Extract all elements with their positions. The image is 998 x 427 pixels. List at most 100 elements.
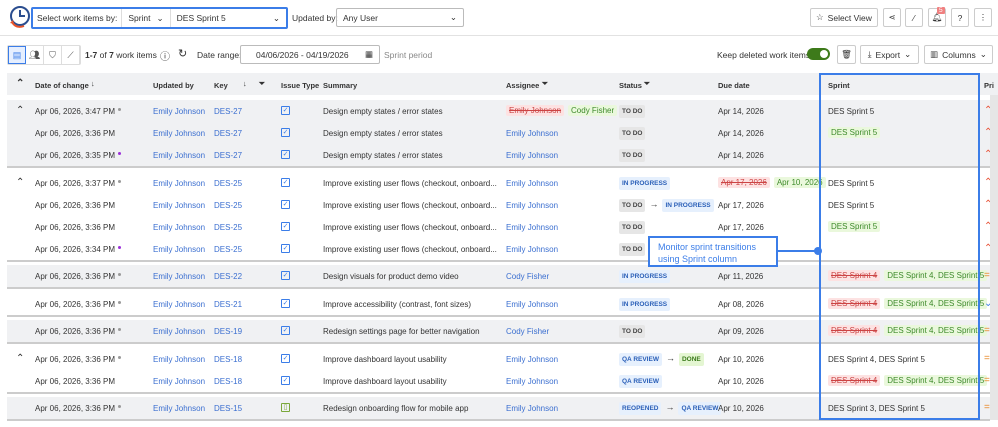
value[interactable]: Emily Johnson	[506, 300, 558, 309]
issue-key-link[interactable]: DES-27	[214, 129, 242, 138]
refresh-icon[interactable]: ↻	[178, 47, 187, 60]
shield-view-icon[interactable]: ⛉	[44, 46, 62, 64]
issue-key-link[interactable]: DES-15	[214, 404, 242, 413]
new-value: Apr 10, 2026	[773, 177, 826, 188]
scrollbar[interactable]	[990, 95, 998, 420]
value: Apr 17, 2026	[718, 201, 764, 210]
col-due-date[interactable]: Due date	[718, 81, 750, 90]
sprint-dropdown[interactable]: DES Sprint 5 ⌄	[171, 13, 286, 24]
issue-key-link[interactable]: DES-25	[214, 245, 242, 254]
value[interactable]: Emily Johnson	[506, 151, 558, 160]
issue-key-link[interactable]: DES-27	[214, 151, 242, 160]
updated-by-link[interactable]: Emily Johnson	[153, 377, 205, 386]
value[interactable]: Emily Johnson	[506, 179, 558, 188]
updated-by-link[interactable]: Emily Johnson	[153, 245, 205, 254]
more-menu-button[interactable]: ⋮	[974, 8, 992, 27]
updated-by-link[interactable]: Emily Johnson	[153, 129, 205, 138]
date-range-input[interactable]: 04/06/2026 - 04/19/2026 ▦	[240, 45, 380, 64]
issue-key-link[interactable]: DES-27	[214, 107, 242, 116]
date-of-change: Apr 06, 2026, 3:36 PM	[35, 377, 115, 386]
table-row[interactable]: Apr 06, 2026, 3:36 PM Emily Johnson DES-27…	[7, 122, 992, 144]
updated-by-link[interactable]: Emily Johnson	[153, 327, 205, 336]
table-row[interactable]: Apr 06, 2026, 3:35 PM Emily Johnson DES-27…	[7, 144, 992, 166]
table-header: ⌃ Date of change ↓ Updated by Key ↓ ⏷ Is…	[7, 73, 998, 95]
updated-by-link[interactable]: Emily Johnson	[153, 404, 205, 413]
col-status[interactable]: Status	[619, 81, 642, 90]
issue-key-link[interactable]: DES-25	[214, 179, 242, 188]
updated-by-link[interactable]: Emily Johnson	[153, 223, 205, 232]
value[interactable]: Cody Fisher	[506, 272, 549, 281]
table-row[interactable]: Apr 06, 2026, 3:36 PM Emily Johnson DES-25…	[7, 194, 992, 216]
col-sprint[interactable]: Sprint	[828, 81, 850, 90]
issue-key-link[interactable]: DES-19	[214, 327, 242, 336]
filter-icon[interactable]: ⏷	[542, 79, 548, 89]
value[interactable]: Emily Johnson	[506, 355, 558, 364]
collapse-group-icon[interactable]: ⌃	[16, 177, 24, 188]
value[interactable]: Emily Johnson	[506, 129, 558, 138]
status-chip: IN PROGRESS	[619, 298, 671, 311]
table-row[interactable]: ⌃ Apr 06, 2026, 3:37 PM Emily Johnson DES-2…	[7, 172, 992, 194]
table-row[interactable]: Apr 06, 2026, 3:34 PM Emily Johnson DES-25…	[7, 238, 992, 260]
col-summary[interactable]: Summary	[323, 81, 357, 90]
issue-key-link[interactable]: DES-22	[214, 272, 242, 281]
select-view-button[interactable]: ☆ Select View	[810, 8, 878, 27]
table-row[interactable]: Apr 06, 2026, 3:36 PM Emily Johnson DES-21…	[7, 293, 992, 315]
issue-key-link[interactable]: DES-21	[214, 300, 242, 309]
columns-button[interactable]: ▥ Columns ⌄	[924, 45, 993, 64]
updated-by-link[interactable]: Emily Johnson	[153, 179, 205, 188]
col-priority[interactable]: Pri	[984, 81, 994, 90]
chart-view-icon[interactable]: ⟋	[62, 46, 80, 64]
sort-desc-icon[interactable]: ↓	[91, 79, 95, 88]
filter-icon[interactable]: ⏷	[259, 79, 265, 89]
col-issue-type[interactable]: Issue Type	[281, 81, 319, 90]
issue-key-link[interactable]: DES-25	[214, 201, 242, 210]
table-row[interactable]: Apr 06, 2026, 3:36 PM Emily Johnson DES-22…	[7, 265, 990, 287]
table-row[interactable]: Apr 06, 2026, 3:36 PM Emily Johnson DES-18…	[7, 370, 990, 392]
updated-by-link[interactable]: Emily Johnson	[153, 272, 205, 281]
sort-desc-icon[interactable]: ↓	[243, 79, 247, 88]
old-value: DES Sprint 4	[828, 298, 881, 309]
collapse-all-icon[interactable]: ⌃	[16, 78, 24, 89]
issue-key-link[interactable]: DES-18	[214, 355, 242, 364]
updated-by-link[interactable]: Emily Johnson	[153, 201, 205, 210]
table-row[interactable]: ⌃ Apr 06, 2026, 3:36 PM Emily Johnson DES-1…	[7, 348, 990, 370]
export-button[interactable]: ⤓ Export ⌄	[860, 45, 919, 64]
help-button[interactable]: ?	[951, 8, 969, 27]
table-view-icon[interactable]: ▤	[8, 46, 26, 64]
updated-by-link[interactable]: Emily Johnson	[153, 355, 205, 364]
value[interactable]: Emily Johnson	[506, 377, 558, 386]
updated-by-link[interactable]: Emily Johnson	[153, 151, 205, 160]
table-row[interactable]: ⌃ Apr 06, 2026, 3:47 PM Emily Johnson DES-2…	[7, 100, 992, 122]
value[interactable]: Emily Johnson	[506, 404, 558, 413]
collapse-group-icon[interactable]: ⌃	[16, 353, 24, 364]
status-cell: TO DO	[619, 243, 646, 256]
filter-icon[interactable]: ⏷	[644, 79, 650, 89]
col-key[interactable]: Key	[214, 81, 228, 90]
table-row[interactable]: Apr 06, 2026, 3:36 PM Emily Johnson DES-19…	[7, 320, 990, 342]
updated-by-link[interactable]: Emily Johnson	[153, 300, 205, 309]
updated-by-dropdown[interactable]: Any User ⌄	[336, 8, 464, 27]
issue-key-link[interactable]: DES-18	[214, 377, 242, 386]
updated-by-link[interactable]: Emily Johnson	[153, 107, 205, 116]
magic-wand-button[interactable]: ⁄	[905, 8, 923, 27]
col-date[interactable]: Date of change	[35, 81, 89, 90]
download-icon: ⤓	[867, 49, 872, 59]
trash-button[interactable]: 🗑︎	[837, 45, 856, 64]
users-view-icon[interactable]: 👥︎	[26, 46, 44, 64]
value[interactable]: Emily Johnson	[506, 201, 558, 210]
date-text: Apr 06, 2026, 3:36 PM	[35, 355, 116, 364]
keep-deleted-toggle[interactable]	[807, 48, 830, 60]
value[interactable]: Cody Fisher	[506, 327, 549, 336]
calendar-icon: ▦	[364, 49, 373, 59]
value[interactable]: Emily Johnson	[506, 245, 558, 254]
col-assignee[interactable]: Assignee	[506, 81, 539, 90]
value[interactable]: Emily Johnson	[506, 223, 558, 232]
table-row[interactable]: Apr 06, 2026, 3:36 PM Emily Johnson DES-25…	[7, 216, 992, 238]
select-mode-dropdown[interactable]: Sprint ⌄	[122, 9, 171, 27]
issue-key-link[interactable]: DES-25	[214, 223, 242, 232]
share-button[interactable]: ⋖	[883, 8, 901, 27]
info-icon[interactable]: ⓘ	[160, 48, 170, 63]
collapse-group-icon[interactable]: ⌃	[16, 105, 24, 116]
col-updated-by[interactable]: Updated by	[153, 81, 194, 90]
table-row[interactable]: Apr 06, 2026, 3:36 PM Emily Johnson DES-15…	[7, 397, 990, 419]
